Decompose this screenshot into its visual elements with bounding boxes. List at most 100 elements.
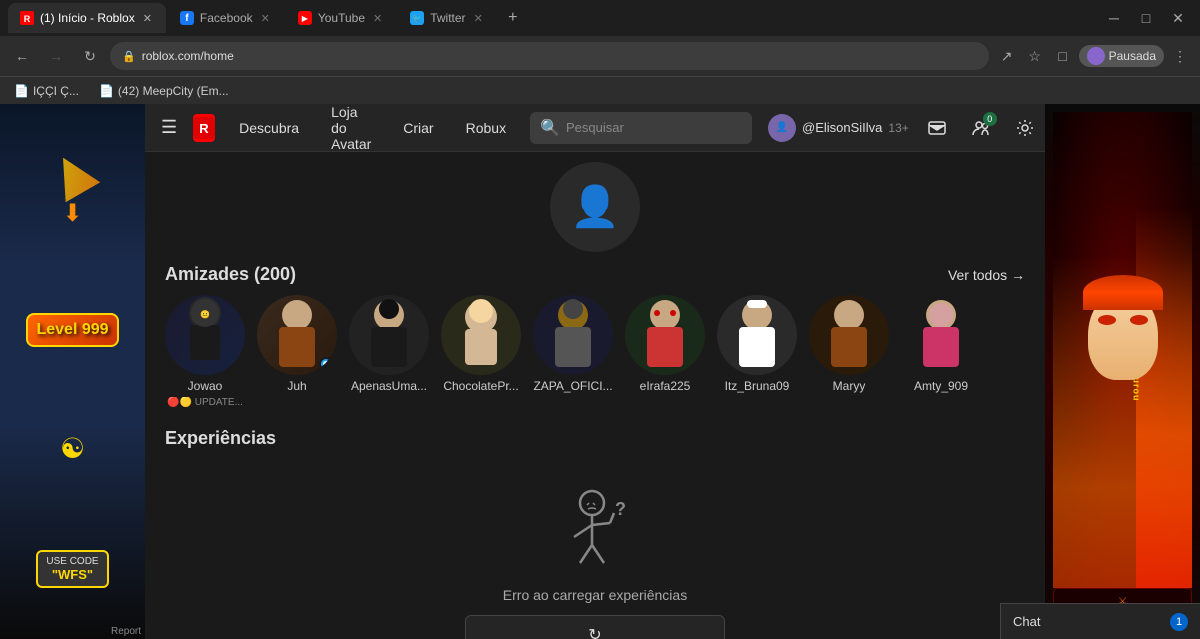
yin-yang-icon: ☯ bbox=[60, 432, 85, 465]
url-text: roblox.com/home bbox=[142, 49, 234, 63]
twitter-favicon: 🐦 bbox=[410, 11, 424, 25]
friend-avatar-itzbruna bbox=[717, 295, 797, 375]
friend-avatar-jowao: 😐 bbox=[165, 295, 245, 375]
error-figure: ? bbox=[560, 485, 630, 575]
bookmark-label-2: (42) MeepCity (Em... bbox=[118, 84, 229, 98]
nav-avatar-shop[interactable]: Loja do Avatar bbox=[323, 104, 379, 156]
svg-text:R: R bbox=[24, 14, 31, 24]
chat-badge: 1 bbox=[1170, 613, 1188, 631]
chat-label: Chat bbox=[1013, 614, 1040, 629]
messages-button[interactable] bbox=[921, 112, 953, 144]
profile-label: Pausada bbox=[1109, 49, 1156, 63]
extensions-icon[interactable]: □ bbox=[1051, 44, 1075, 68]
back-button[interactable]: ← bbox=[8, 42, 36, 70]
left-ad-content: ⬇ Level 999 ☯ USE CODE "WFS" bbox=[0, 104, 145, 639]
chat-bar[interactable]: Chat 1 bbox=[1000, 603, 1200, 639]
share-icon[interactable]: ↗ bbox=[995, 44, 1019, 68]
error-text: Erro ao carregar experiências bbox=[503, 587, 687, 603]
svg-text:R: R bbox=[199, 121, 209, 136]
retry-button[interactable]: ↻ bbox=[465, 615, 725, 639]
profile-top: 👤 bbox=[165, 152, 1025, 252]
nav-right: 👤 @ElisonSiIlva 13+ 0 bbox=[768, 112, 1041, 144]
forward-button[interactable]: → bbox=[42, 42, 70, 70]
friend-item-zapa[interactable]: ZAPA_OFICI... bbox=[533, 295, 613, 408]
roblox-logo[interactable]: R bbox=[193, 114, 215, 142]
minimize-button[interactable]: ─ bbox=[1100, 4, 1128, 32]
address-actions: ↗ ☆ □ Pausada ⋮ bbox=[995, 44, 1192, 68]
username-label: @ElisonSiIlva bbox=[802, 120, 882, 135]
tab-facebook-close[interactable]: ✕ bbox=[259, 10, 272, 27]
new-tab-button[interactable]: + bbox=[499, 4, 527, 32]
bookmark-icon[interactable]: ☆ bbox=[1023, 44, 1047, 68]
friend-item-elrafa[interactable]: eIrafa225 bbox=[625, 295, 705, 408]
error-svg: ? bbox=[560, 485, 630, 575]
friend-avatar-juh bbox=[257, 295, 337, 375]
friend-item-chocolatepr[interactable]: ChocolatePr... bbox=[441, 295, 521, 408]
use-code-text: USE CODE bbox=[46, 556, 98, 567]
eye-right bbox=[1130, 315, 1148, 325]
bookmark-item-2[interactable]: 📄 (42) MeepCity (Em... bbox=[93, 82, 235, 100]
maximize-button[interactable]: □ bbox=[1132, 4, 1160, 32]
profile-avatar-big[interactable]: 👤 bbox=[550, 162, 640, 252]
flame-right bbox=[1136, 207, 1192, 588]
friend-item-apenasuma[interactable]: ApenasUma... bbox=[349, 295, 429, 408]
code-label: USE CODE "WFS" bbox=[36, 550, 108, 588]
friend-name-chocolatepr: ChocolatePr... bbox=[443, 379, 518, 393]
hamburger-menu[interactable]: ☰ bbox=[161, 117, 177, 138]
facebook-favicon: f bbox=[180, 11, 194, 25]
friend-item-amty[interactable]: Amty_909 bbox=[901, 295, 981, 408]
settings-button[interactable] bbox=[1009, 112, 1041, 144]
profile-button[interactable]: Pausada bbox=[1079, 45, 1164, 67]
reload-button[interactable]: ↻ bbox=[76, 42, 104, 70]
search-input[interactable] bbox=[566, 120, 742, 135]
friends-section-header: Amizades (200) Ver todos → bbox=[165, 264, 1025, 285]
friend-name-apenasuma: ApenasUma... bbox=[351, 379, 427, 393]
friend-avatar-apenasuma bbox=[349, 295, 429, 375]
tab-bar: R (1) Início - Roblox ✕ f Facebook ✕ ▶ Y… bbox=[0, 0, 1200, 36]
see-all-link[interactable]: Ver todos → bbox=[948, 267, 1025, 283]
url-bar[interactable]: 🔒 roblox.com/home bbox=[110, 42, 989, 70]
search-bar[interactable]: 🔍 bbox=[530, 112, 752, 144]
tab-roblox-close[interactable]: ✕ bbox=[141, 10, 154, 27]
character-face bbox=[1088, 290, 1158, 380]
nav-discover[interactable]: Descubra bbox=[231, 116, 307, 140]
browser-chrome: R (1) Início - Roblox ✕ f Facebook ✕ ▶ Y… bbox=[0, 0, 1200, 104]
user-avatar-nav: 👤 bbox=[768, 114, 796, 142]
friend-item-jowao[interactable]: 😐 Jowao 🔴🟡 UPDATE... bbox=[165, 295, 245, 408]
friend-name-juh: Juh bbox=[287, 379, 306, 393]
friend-name-zapa: ZAPA_OFICI... bbox=[533, 379, 612, 393]
tab-twitter-close[interactable]: ✕ bbox=[472, 10, 485, 27]
tab-youtube[interactable]: ▶ YouTube ✕ bbox=[286, 3, 396, 33]
right-ad-character: Rengoku Kyoujurou bbox=[1053, 112, 1192, 588]
friend-status-jowao: 🔴🟡 UPDATE... bbox=[167, 397, 243, 408]
tab-facebook-label: Facebook bbox=[200, 11, 253, 25]
code-area: USE CODE "WFS" bbox=[36, 550, 108, 588]
friends-title: Amizades (200) bbox=[165, 264, 296, 285]
friend-item-maryy[interactable]: Maryy bbox=[809, 295, 889, 408]
error-container: ? Erro ao carregar experiências ↻ bbox=[165, 465, 1025, 639]
user-profile-nav[interactable]: 👤 @ElisonSiIlva 13+ bbox=[768, 114, 909, 142]
tab-twitter[interactable]: 🐦 Twitter ✕ bbox=[398, 3, 497, 33]
tab-facebook[interactable]: f Facebook ✕ bbox=[168, 3, 284, 33]
nav-robux[interactable]: Robux bbox=[458, 116, 514, 140]
nav-create[interactable]: Criar bbox=[395, 116, 441, 140]
friends-button[interactable]: 0 bbox=[965, 112, 997, 144]
tab-roblox[interactable]: R (1) Início - Roblox ✕ bbox=[8, 3, 166, 33]
left-ad-report[interactable]: Report bbox=[111, 626, 141, 637]
code-value: "WFS" bbox=[46, 567, 98, 582]
bookmark-item-1[interactable]: 📄 IÇÇI Ç... bbox=[8, 82, 85, 100]
tab-youtube-close[interactable]: ✕ bbox=[371, 10, 384, 27]
main-content: ☰ R Descubra Loja do Avatar Criar Robux … bbox=[145, 104, 1045, 639]
page: ⬇ Level 999 ☯ USE CODE "WFS" Report ☰ R … bbox=[0, 104, 1200, 639]
close-button[interactable]: ✕ bbox=[1164, 4, 1192, 32]
left-ad[interactable]: ⬇ Level 999 ☯ USE CODE "WFS" Report bbox=[0, 104, 145, 639]
right-ad-content: Rengoku Kyoujurou ⚔ TOWER DEFENSE bbox=[1045, 104, 1200, 639]
friend-avatar-elrafa bbox=[625, 295, 705, 375]
tab-youtube-label: YouTube bbox=[318, 11, 365, 25]
friend-item-itzbruna[interactable]: Itz_Bruna09 bbox=[717, 295, 797, 408]
right-ad[interactable]: Rengoku Kyoujurou ⚔ TOWER DEFENSE Report bbox=[1045, 104, 1200, 639]
youtube-favicon: ▶ bbox=[298, 11, 312, 25]
friend-item-juh[interactable]: Juh bbox=[257, 295, 337, 408]
menu-icon[interactable]: ⋮ bbox=[1168, 44, 1192, 68]
robux-badge: 0 bbox=[983, 112, 997, 126]
